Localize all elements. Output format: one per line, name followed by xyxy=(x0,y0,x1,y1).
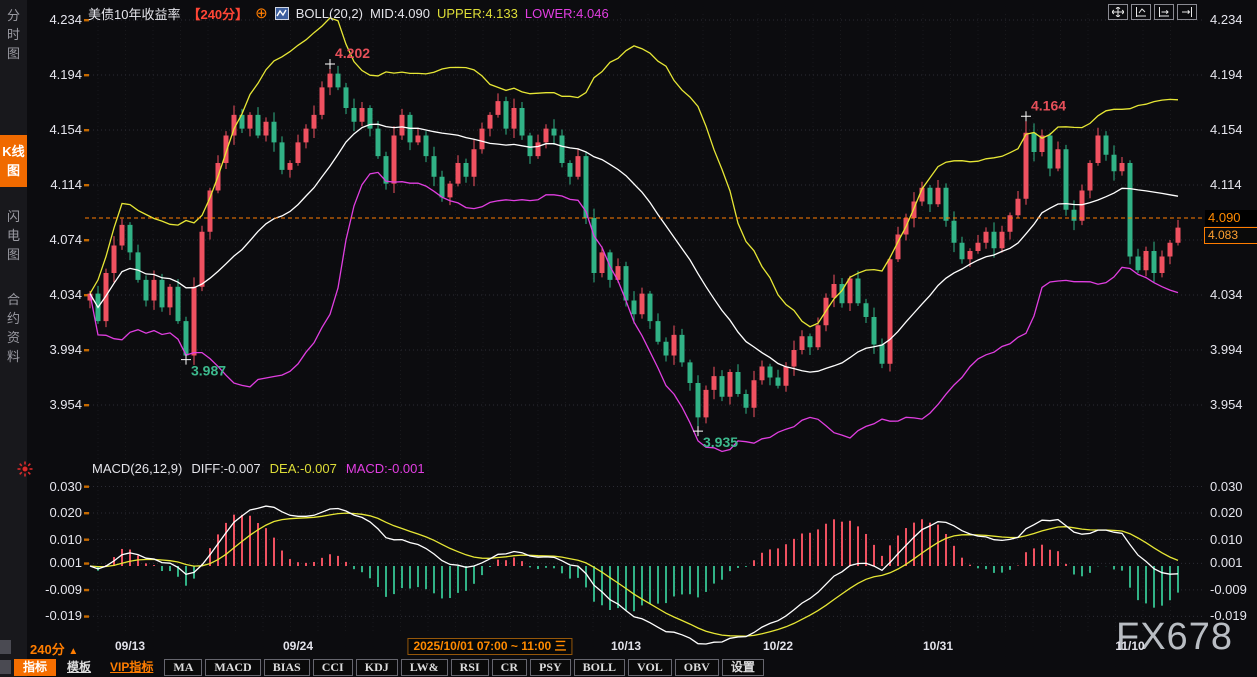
boll-lower-value: LOWER:4.046 xyxy=(525,6,609,21)
macd-axis-label-right: -0.019 xyxy=(1210,608,1247,623)
toolbar-item-VIP指标[interactable]: VIP指标 xyxy=(102,660,161,675)
period-label: 【240分】 xyxy=(187,4,248,23)
macd-axis-label-left: 0.020 xyxy=(36,505,82,520)
macd-dea-value: DEA:-0.007 xyxy=(270,461,337,476)
snap-right-icon[interactable] xyxy=(1177,4,1197,20)
macd-axis-label-right: 0.030 xyxy=(1210,479,1243,494)
macd-axis-label-left: 0.001 xyxy=(36,555,82,570)
toolbar-item-CCI[interactable]: CCI xyxy=(313,659,353,676)
macd-axis-label-left: -0.009 xyxy=(36,582,82,597)
resize-handle[interactable] xyxy=(0,660,11,674)
x-axis-tick: 10/22 xyxy=(763,639,793,653)
price-axis-label-left: 4.194 xyxy=(36,67,82,82)
macd-macd-value: MACD:-0.001 xyxy=(346,461,425,476)
macd-axis-label-right: -0.009 xyxy=(1210,582,1247,597)
price-axis-label-right: 3.954 xyxy=(1210,397,1243,412)
indicator-marker-icon xyxy=(17,461,33,482)
price-axis-label-right: 4.114 xyxy=(1210,177,1242,192)
toolbar-item-模板[interactable]: 模板 xyxy=(59,660,99,675)
svg-text:3.987: 3.987 xyxy=(191,363,226,379)
x-axis-tick: 10/31 xyxy=(923,639,953,653)
x-axis-tick: 10/13 xyxy=(611,639,641,653)
x-axis-tick: 11/10 xyxy=(1115,639,1144,653)
svg-text:4.164: 4.164 xyxy=(1031,97,1066,113)
chart-header: 美债10年收益率 【240分】 ⊕ BOLL(20,2) MID:4.090 U… xyxy=(88,4,609,22)
toolbar-item-指标[interactable]: 指标 xyxy=(14,659,56,676)
macd-axis-label-right: 0.001 xyxy=(1210,555,1243,570)
compress-right-icon[interactable] xyxy=(1154,4,1174,20)
macd-axis-label-left: 0.030 xyxy=(36,479,82,494)
macd-diff-value: DIFF:-0.007 xyxy=(191,461,260,476)
price-axis-label-left: 4.034 xyxy=(36,287,82,302)
chart-application: 3.987 4.202 3.935 4.164 分时图 K线图闪电图合约资料 美债10年… xyxy=(0,0,1257,677)
instrument-title: 美债10年收益率 xyxy=(88,4,180,23)
price-axis-label-right: 3.994 xyxy=(1210,342,1243,357)
boll-formula: BOLL(20,2) xyxy=(296,6,363,21)
macd-header: MACD(26,12,9) DIFF:-0.007 DEA:-0.007 MAC… xyxy=(92,461,425,476)
period-arrow-icon: ▲ xyxy=(68,646,78,657)
macd-axis-label-left: 0.010 xyxy=(36,532,82,547)
toolbar-item-OBV[interactable]: OBV xyxy=(675,659,719,676)
chart-toolbar-icons xyxy=(1108,4,1197,20)
x-axis-tick: 09/24 xyxy=(283,639,313,653)
toolbar-item-设置[interactable]: 设置 xyxy=(722,659,764,676)
mini-chart-icon xyxy=(275,6,289,21)
svg-text:3.935: 3.935 xyxy=(703,434,738,450)
sidebar: 分时图 K线图闪电图合约资料 xyxy=(0,0,27,677)
x-axis-tick: 09/13 xyxy=(115,639,145,653)
price-axis-label-left: 3.994 xyxy=(36,342,82,357)
price-axis-label-right: 4.194 xyxy=(1210,67,1243,82)
price-line-label: 4.090 xyxy=(1205,210,1257,226)
toolbar-item-VOL[interactable]: VOL xyxy=(628,659,672,676)
sidebar-tab-1[interactable]: K线图 xyxy=(0,135,27,187)
price-axis-label-right: 4.234 xyxy=(1210,12,1243,27)
boll-mid-value: MID:4.090 xyxy=(370,6,430,21)
toolbar-item-MA[interactable]: MA xyxy=(164,659,202,676)
toolbar-item-PSY[interactable]: PSY xyxy=(530,659,571,676)
pan-icon[interactable] xyxy=(1108,4,1128,20)
toolbar-item-LW&[interactable]: LW& xyxy=(401,659,448,676)
crosshair-date-label: 2025/10/01 07:00 ~ 11:00 三 xyxy=(407,638,572,655)
toolbar-item-CR[interactable]: CR xyxy=(492,659,527,676)
last-price-label: 4.083 xyxy=(1204,227,1257,244)
svg-text:4.202: 4.202 xyxy=(335,45,370,61)
compress-left-icon[interactable] xyxy=(1131,4,1151,20)
sidebar-tab-3[interactable]: 合约资料 xyxy=(5,290,22,366)
price-axis-label-left: 4.114 xyxy=(36,177,82,192)
toolbar-item-BOLL[interactable]: BOLL xyxy=(574,659,625,676)
sidebar-tab-0[interactable]: 分时图 xyxy=(5,6,22,63)
price-axis-label-left: 3.954 xyxy=(36,397,82,412)
price-axis-label-right: 4.154 xyxy=(1210,122,1243,137)
boll-upper-value: UPPER:4.133 xyxy=(437,6,518,21)
price-axis-label-left: 4.154 xyxy=(36,122,82,137)
toolbar-item-MACD[interactable]: MACD xyxy=(205,659,260,676)
price-axis-label-right: 4.034 xyxy=(1210,287,1243,302)
macd-axis-label-right: 0.020 xyxy=(1210,505,1243,520)
period-selector[interactable]: 240分 ▲ xyxy=(30,639,78,658)
toolbar-item-RSI[interactable]: RSI xyxy=(451,659,489,676)
sidebar-tab-2[interactable]: 闪电图 xyxy=(5,207,22,264)
price-axis-label-left: 4.074 xyxy=(36,232,82,247)
macd-formula: MACD(26,12,9) xyxy=(92,461,182,476)
chart-canvas[interactable]: 3.987 4.202 3.935 4.164 xyxy=(0,0,1257,677)
macd-axis-label-right: 0.010 xyxy=(1210,532,1243,547)
toolbar-item-BIAS[interactable]: BIAS xyxy=(264,659,310,676)
resize-handle[interactable] xyxy=(0,640,11,654)
add-indicator-icon[interactable]: ⊕ xyxy=(255,4,268,22)
indicator-toolbar: 指标模板VIP指标MAMACDBIASCCIKDJLW&RSICRPSYBOLL… xyxy=(14,659,764,676)
toolbar-item-KDJ[interactable]: KDJ xyxy=(356,659,398,676)
macd-axis-label-left: -0.019 xyxy=(36,608,82,623)
price-axis-label-left: 4.234 xyxy=(36,12,82,27)
